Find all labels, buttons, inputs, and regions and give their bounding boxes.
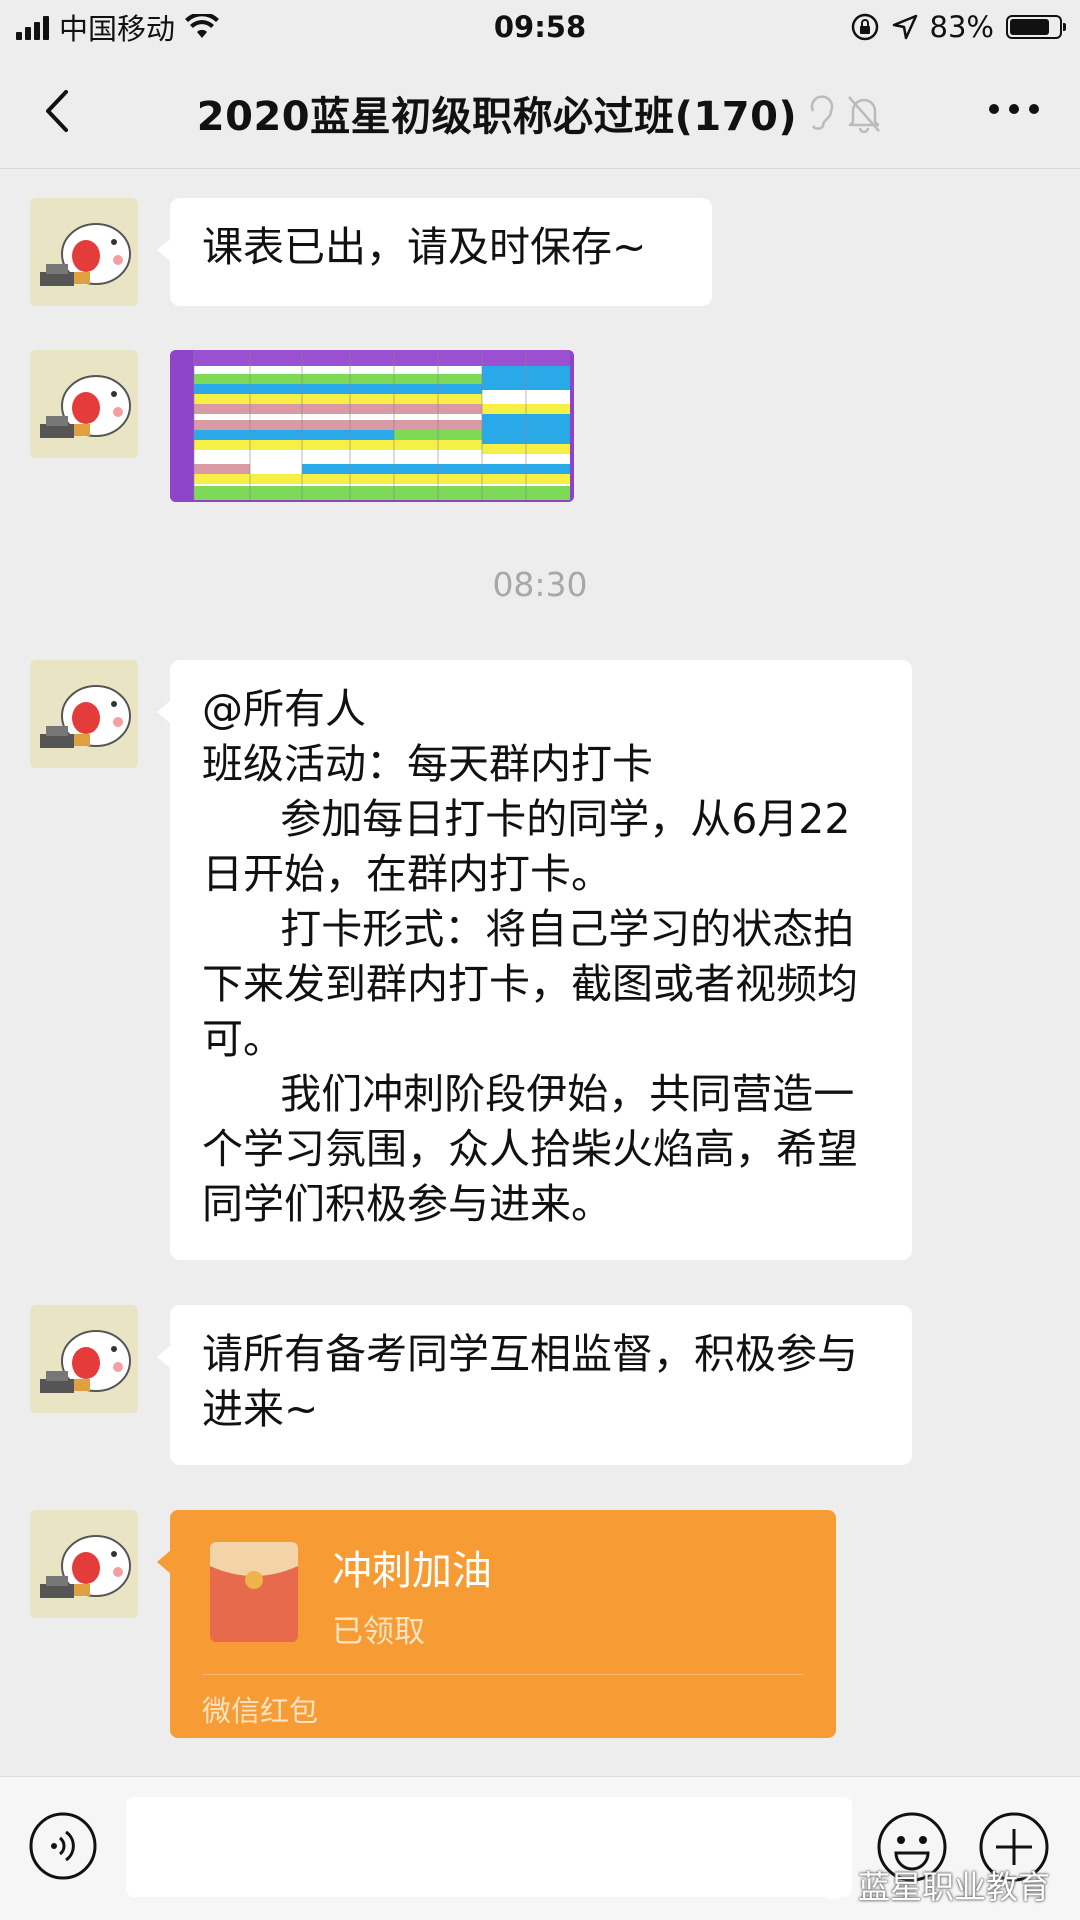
message-row: 课表已出，请及时保存~ bbox=[30, 198, 712, 306]
battery-icon bbox=[1006, 15, 1066, 39]
red-packet-card[interactable]: 冲刺加油 已领取 微信红包 bbox=[157, 1510, 836, 1738]
avatar[interactable] bbox=[30, 198, 138, 306]
ear-icon bbox=[810, 95, 834, 130]
message-row: @所有人 班级活动：每天群内打卡 参加每日打卡的同学，从6月22日开始，在群内打… bbox=[30, 660, 912, 1260]
status-bar: 中国移动 09:58 83% bbox=[0, 0, 1080, 54]
avatar-icon bbox=[30, 198, 138, 306]
message-row: 冲刺加油 已领取 微信红包 bbox=[30, 1510, 836, 1738]
avatar[interactable] bbox=[30, 1510, 138, 1618]
avatar[interactable] bbox=[30, 1305, 138, 1413]
watermark: 蓝星职业教育 bbox=[804, 1862, 1050, 1908]
avatar-icon bbox=[30, 1510, 138, 1618]
voice-icon[interactable] bbox=[28, 1811, 98, 1881]
nav-bar: 2020蓝星初级职称必过班(170) bbox=[0, 54, 1080, 169]
red-packet-divider bbox=[202, 1674, 804, 1675]
schedule-image[interactable] bbox=[170, 350, 574, 502]
red-packet-footer: 微信红包 bbox=[202, 1694, 319, 1728]
message-row bbox=[30, 350, 574, 502]
schedule-image-icon bbox=[170, 350, 574, 502]
red-packet-status: 已领取 bbox=[332, 1614, 425, 1650]
rotation-lock-icon bbox=[851, 13, 878, 41]
carrier-label: 中国移动 bbox=[59, 12, 176, 46]
red-packet-title: 冲刺加油 bbox=[332, 1548, 492, 1594]
time-divider: 08:30 bbox=[492, 565, 588, 604]
watermark-text: 蓝星职业教育 bbox=[857, 1868, 1050, 1906]
chat-title: 2020蓝星初级职称必过班(170) bbox=[196, 94, 798, 140]
avatar[interactable] bbox=[30, 350, 138, 458]
avatar-icon bbox=[30, 1305, 138, 1413]
message-input[interactable] bbox=[126, 1797, 852, 1897]
message-bubble[interactable]: @所有人 班级活动：每天群内打卡 参加每日打卡的同学，从6月22日开始，在群内打… bbox=[157, 660, 912, 1260]
location-icon bbox=[892, 14, 917, 40]
message-row: 请所有备考同学互相监督，积极参与进来~ bbox=[30, 1305, 912, 1465]
chat-screen: 中国移动 09:58 83% 2020蓝星初级职称必过班(170) 课表已出，请… bbox=[0, 0, 1080, 1920]
more-icon[interactable] bbox=[984, 94, 1044, 124]
message-bubble[interactable]: 课表已出，请及时保存~ bbox=[157, 198, 712, 306]
signal-icon bbox=[16, 14, 49, 40]
red-envelope-icon bbox=[210, 1542, 298, 1642]
wechat-logo-icon bbox=[804, 1869, 847, 1900]
avatar-icon bbox=[30, 350, 138, 458]
avatar[interactable] bbox=[30, 660, 138, 768]
message-bubble[interactable]: 请所有备考同学互相监督，积极参与进来~ bbox=[157, 1305, 912, 1465]
avatar-icon bbox=[30, 660, 138, 768]
battery-percent: 83% bbox=[929, 10, 994, 44]
mute-bell-icon bbox=[848, 96, 881, 133]
wifi-icon bbox=[185, 14, 220, 38]
